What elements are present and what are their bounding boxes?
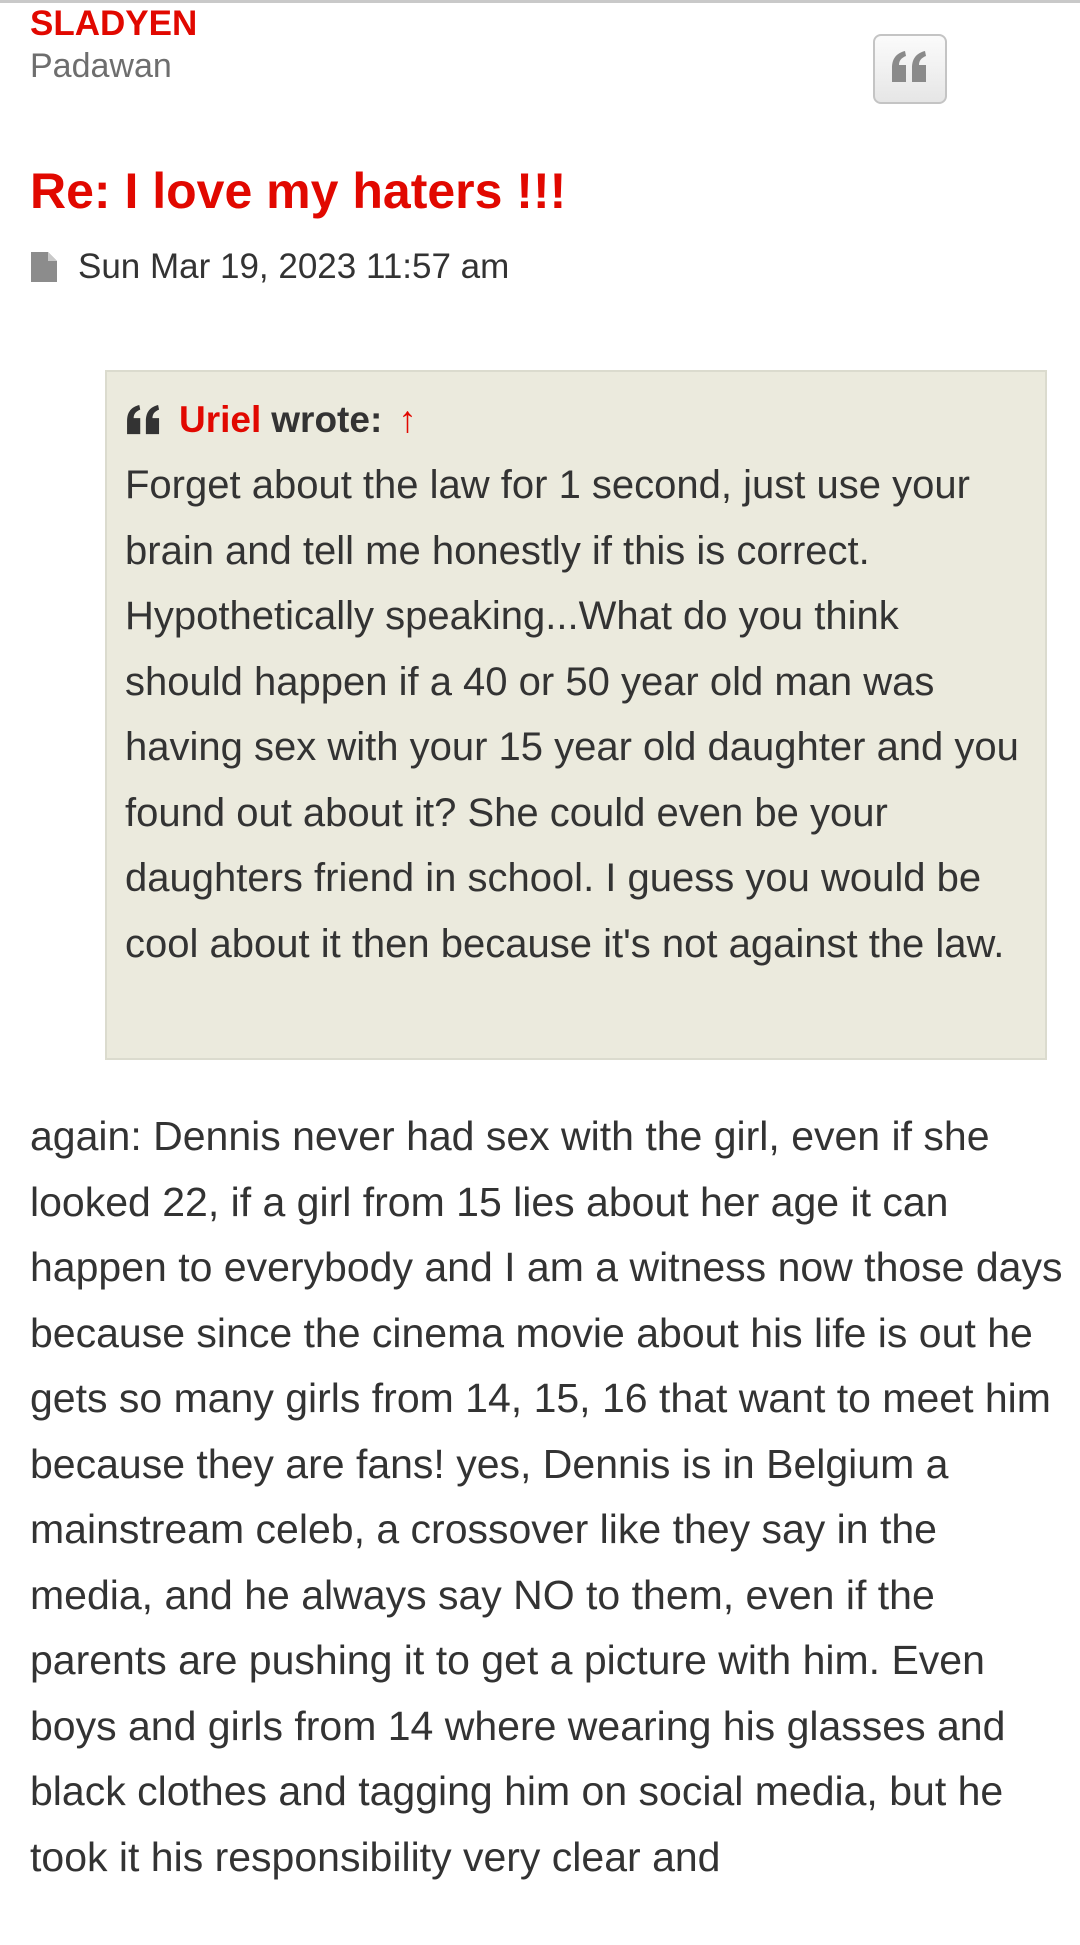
quote-wrote-label: wrote: (271, 399, 383, 440)
quoted-author-link[interactable]: Uriel (179, 394, 261, 446)
author-username[interactable]: SLADYEN (30, 4, 197, 44)
post-content: again: Dennis never had sex with the gir… (30, 1113, 1063, 1880)
quote-button[interactable] (873, 34, 947, 104)
top-divider (0, 0, 1080, 3)
author-rank: Padawan (30, 47, 172, 85)
file-icon (30, 250, 60, 284)
post-page: SLADYEN Padawan Re: I love my haters !!!… (0, 0, 1080, 1945)
quote-icon (125, 403, 165, 437)
quote-cite: Uriel wrote: ↑ (125, 394, 1027, 446)
post-date: Sun Mar 19, 2023 11:57 am (78, 247, 510, 286)
post-title[interactable]: Re: I love my haters !!! (30, 162, 566, 220)
post-meta: Sun Mar 19, 2023 11:57 am (30, 244, 509, 290)
quote-block: Uriel wrote: ↑ Forget about the law for … (105, 370, 1047, 1060)
post-author-block: SLADYEN Padawan (30, 4, 197, 88)
quote-text: Forget about the law for 1 second, just … (125, 463, 1019, 966)
jump-to-quoted-post-arrow-icon[interactable]: ↑ (398, 394, 417, 446)
quote-icon (890, 50, 930, 89)
